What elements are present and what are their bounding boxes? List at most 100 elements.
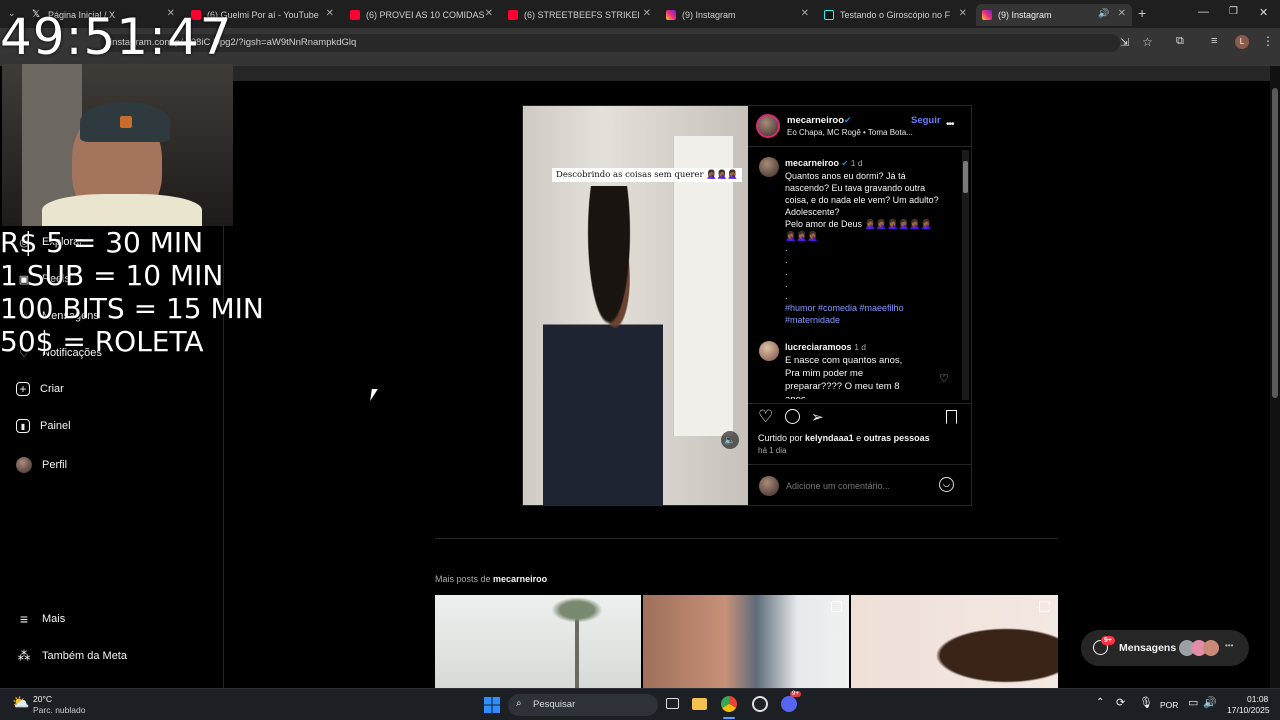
caption-username[interactable]: mecarneiroo <box>785 158 839 168</box>
share-icon[interactable]: ➢ <box>811 408 824 426</box>
meta-grid-icon: ⁂ <box>17 648 31 663</box>
author-avatar[interactable] <box>756 114 780 138</box>
messages-pill[interactable]: 9+ Mensagens ••• <box>1081 630 1249 666</box>
tiktok-icon <box>824 10 834 20</box>
weather-desc[interactable]: Parc. nublado <box>33 705 85 715</box>
emoji-icon[interactable]: ◡ <box>939 477 954 492</box>
liked-others[interactable]: outras pessoas <box>864 433 930 443</box>
hashtags-line[interactable]: #maternidade <box>785 314 955 326</box>
extensions-icon[interactable]: ⧉ <box>1176 35 1184 48</box>
grid-post-3[interactable] <box>851 595 1058 688</box>
taskbar-search[interactable]: ⌕ Pesquisar <box>508 694 658 716</box>
hamburger-icon: ≡ <box>19 611 29 627</box>
comment-line: E nasce com quantos anos, <box>785 355 903 366</box>
verified-icon: ✔ <box>841 159 849 168</box>
grid-post-1[interactable] <box>435 595 641 688</box>
person-figure <box>543 186 663 505</box>
sidebar-item-mais[interactable]: ≡ Mais <box>16 611 65 627</box>
caption-avatar[interactable] <box>759 157 779 177</box>
tray-sync-icon[interactable]: ⟳ <box>1116 696 1125 709</box>
sidebar-item-label: Também da Meta <box>42 650 127 662</box>
overlay-rule: 1 SUB = 10 MIN <box>0 259 224 292</box>
task-view-icon[interactable] <box>666 698 679 709</box>
caption-time: 1 d <box>850 158 863 168</box>
more-posts-user[interactable]: mecarneiroo <box>493 574 547 584</box>
comment-avatar[interactable] <box>759 341 779 361</box>
sidebar-item-criar[interactable]: + Criar <box>16 382 64 396</box>
close-icon[interactable]: ✕ <box>1118 8 1126 19</box>
comment-like-icon[interactable]: ♡ <box>939 372 949 385</box>
audio-info[interactable]: Eo Chapa, MC Rogê • Toma Bota... <box>787 128 913 137</box>
like-heart-icon[interactable]: ♡ <box>758 407 773 427</box>
url-bar[interactable]: instagram.com/p/...08iC Dpg2/?igsh=aW9tN… <box>100 34 1120 52</box>
install-app-icon[interactable]: ⇲ <box>1120 36 1129 49</box>
volume-icon[interactable]: 🔊 <box>1203 696 1217 709</box>
close-icon[interactable]: ✕ <box>801 8 809 19</box>
comments-scroll-thumb[interactable] <box>963 161 968 193</box>
weather-temp[interactable]: 20°C <box>33 694 52 704</box>
clock-time[interactable]: 01:08 <box>1247 694 1268 704</box>
obs-icon[interactable] <box>752 696 768 712</box>
hashtags-line[interactable]: #humor #comedia #maeefilho <box>785 302 955 314</box>
chrome-active-indicator <box>723 717 735 719</box>
sidebar-item-meta[interactable]: ⁂ Também da Meta <box>16 648 127 664</box>
comment-input[interactable] <box>786 479 926 493</box>
browser-tab-6[interactable]: Testando o Giroscópio no Free ✕ <box>818 4 973 26</box>
actions-divider <box>748 403 971 404</box>
sidebar-item-perfil[interactable]: Perfil <box>16 457 67 473</box>
page-scroll-thumb[interactable] <box>1272 88 1278 398</box>
bookmark-star-icon[interactable]: ☆ <box>1142 35 1153 49</box>
browser-tab-3[interactable]: (6) PROVEI AS 10 COMIDAS MA ✕ <box>344 4 499 26</box>
close-icon[interactable]: ✕ <box>643 8 651 19</box>
profile-avatar[interactable]: L <box>1235 35 1249 49</box>
page-top-strip <box>224 66 1270 81</box>
network-icon[interactable]: ▭ <box>1188 696 1198 709</box>
new-tab-icon[interactable]: + <box>1138 5 1146 21</box>
speaker-icon[interactable]: 🔊 <box>1098 8 1109 19</box>
instagram-icon <box>982 10 992 20</box>
browser-tab-5[interactable]: (9) Instagram ✕ <box>660 4 815 26</box>
post-video[interactable]: Descobrindo as coisas sem querer 🤦🏾‍♀️🤦🏾… <box>523 106 748 505</box>
keyboard-language[interactable]: POR <box>1160 700 1178 710</box>
reading-list-icon[interactable]: ≡ <box>1211 35 1217 47</box>
window-close-icon[interactable]: ✕ <box>1259 6 1268 19</box>
more-options-icon[interactable]: ••• <box>946 119 954 130</box>
plus-square-icon: + <box>16 382 30 396</box>
close-icon[interactable]: ✕ <box>959 8 967 19</box>
clock-date[interactable]: 17/10/2025 <box>1227 705 1270 715</box>
file-explorer-icon[interactable] <box>692 698 707 710</box>
close-icon[interactable]: ✕ <box>326 8 334 19</box>
search-icon: ⌕ <box>516 698 522 709</box>
tray-mic-icon[interactable]: 🎙 <box>1139 696 1153 709</box>
caption-line: . <box>785 243 788 253</box>
more-icon: ••• <box>1225 641 1234 650</box>
tray-chevron-icon[interactable]: ⌃ <box>1096 697 1104 708</box>
tab-title: (6) PROVEI AS 10 COMIDAS MA <box>366 10 486 20</box>
liked-and: e <box>856 433 862 443</box>
comment-username[interactable]: lucreciaramoos <box>785 342 852 352</box>
chrome-icon[interactable] <box>721 696 737 712</box>
grid-post-2[interactable] <box>643 595 849 688</box>
cap-logo <box>120 116 132 128</box>
chart-icon: ▮ <box>16 419 30 433</box>
minimize-icon[interactable]: — <box>1198 6 1209 18</box>
weather-icon[interactable]: ⛅ <box>12 694 29 711</box>
maximize-icon[interactable]: ❐ <box>1229 6 1238 17</box>
mute-icon[interactable]: 🔈 <box>721 431 739 449</box>
liked-user[interactable]: kelyndaaa1 <box>805 433 854 443</box>
kebab-menu-icon[interactable]: ⋮ <box>1262 34 1274 48</box>
caption-line: coisa, e do nada ele vem? Um adulto? <box>785 195 939 205</box>
comment-line: Pra mim poder me <box>785 368 864 379</box>
sidebar-item-painel[interactable]: ▮ Painel <box>16 419 71 433</box>
windows-start-icon[interactable] <box>484 697 500 713</box>
browser-tab-4[interactable]: (6) STREETBEEFS STRIKER VS C ✕ <box>502 4 657 26</box>
discord-icon[interactable] <box>781 696 797 712</box>
close-icon[interactable]: ✕ <box>485 8 493 19</box>
save-bookmark-icon[interactable] <box>946 410 957 424</box>
comment-bubble-icon[interactable] <box>785 409 800 424</box>
streamer-webcam <box>2 64 233 226</box>
author-username[interactable]: mecarneiroo <box>787 115 844 126</box>
tab-title: (6) STREETBEEFS STRIKER VS C <box>524 10 639 20</box>
browser-tab-7-active[interactable]: (9) Instagram 🔊 ✕ <box>976 4 1132 26</box>
follow-button[interactable]: Seguir <box>911 115 941 126</box>
